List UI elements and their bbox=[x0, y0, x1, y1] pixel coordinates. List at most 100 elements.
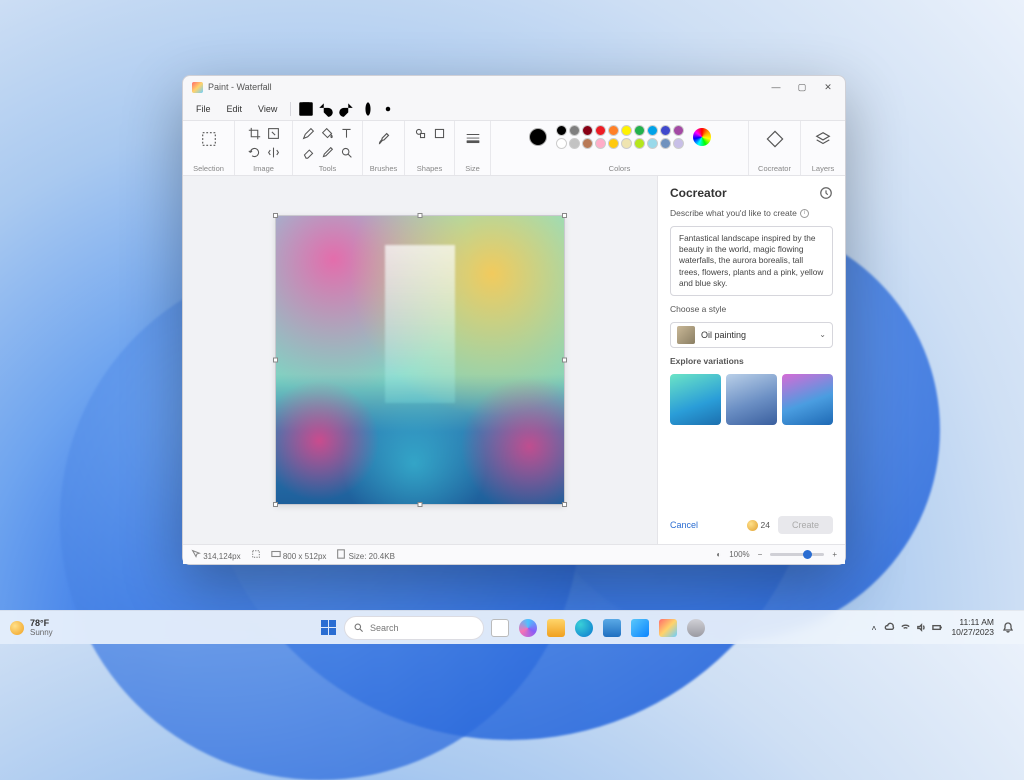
select-tool[interactable] bbox=[195, 125, 223, 153]
settings-taskbar-icon[interactable] bbox=[684, 616, 708, 640]
cocreator-footer: Cancel 24 Create bbox=[670, 516, 833, 534]
variation-thumb[interactable] bbox=[726, 374, 777, 425]
color-swatch[interactable] bbox=[608, 125, 619, 136]
resize-handle[interactable] bbox=[418, 502, 423, 507]
picker-icon[interactable] bbox=[320, 144, 336, 160]
crop-icon[interactable] bbox=[246, 125, 262, 141]
resize-handle[interactable] bbox=[273, 358, 278, 363]
menu-file[interactable]: File bbox=[189, 101, 218, 117]
prompt-input[interactable]: Fantastical landscape inspired by the be… bbox=[670, 226, 833, 296]
variations-label: Explore variations bbox=[670, 356, 833, 366]
cocreator-button[interactable] bbox=[761, 125, 789, 153]
color-swatch[interactable] bbox=[647, 125, 658, 136]
pencil-icon[interactable] bbox=[301, 125, 317, 141]
zoom-out-button[interactable]: − bbox=[758, 550, 763, 559]
color-swatch[interactable] bbox=[582, 125, 593, 136]
eraser-icon[interactable] bbox=[301, 144, 317, 160]
outline-icon[interactable] bbox=[431, 125, 447, 141]
color-swatch[interactable] bbox=[634, 138, 645, 149]
history-icon[interactable] bbox=[819, 186, 833, 200]
photos-icon[interactable] bbox=[628, 616, 652, 640]
ribbon: Selection Image Tools Brush bbox=[183, 120, 845, 176]
info-icon[interactable]: i bbox=[800, 209, 809, 218]
cancel-button[interactable]: Cancel bbox=[670, 520, 698, 530]
close-button[interactable]: ✕ bbox=[815, 77, 841, 97]
size-tool[interactable] bbox=[459, 125, 487, 153]
explorer-icon[interactable] bbox=[544, 616, 568, 640]
zoom-value: 100% bbox=[729, 550, 749, 559]
color-swatch[interactable] bbox=[595, 125, 606, 136]
taskbar-search[interactable]: Search bbox=[344, 616, 484, 640]
color-swatch[interactable] bbox=[660, 138, 671, 149]
settings-icon[interactable] bbox=[379, 100, 397, 118]
flip-icon[interactable] bbox=[265, 144, 281, 160]
redo-icon[interactable] bbox=[337, 100, 355, 118]
resize-icon[interactable] bbox=[265, 125, 281, 141]
zoom-in-button[interactable]: + bbox=[832, 550, 837, 559]
task-view-icon[interactable] bbox=[488, 616, 512, 640]
start-button[interactable] bbox=[316, 616, 340, 640]
menu-view[interactable]: View bbox=[251, 101, 284, 117]
tray-chevron-icon[interactable]: ˄ bbox=[871, 623, 876, 633]
canvas-viewport[interactable] bbox=[183, 176, 657, 544]
group-label: Size bbox=[465, 163, 480, 173]
edit-colors-icon[interactable] bbox=[693, 128, 711, 146]
color-swatch[interactable] bbox=[556, 125, 567, 136]
color-swatch[interactable] bbox=[608, 138, 619, 149]
cursor-pos: 314,124px bbox=[191, 549, 241, 561]
color-swatch[interactable] bbox=[556, 138, 567, 149]
tray-icons[interactable] bbox=[884, 622, 943, 633]
color-swatch[interactable] bbox=[595, 138, 606, 149]
primary-color-swatch[interactable] bbox=[529, 128, 547, 146]
maximize-button[interactable]: ▢ bbox=[789, 77, 815, 97]
minimize-button[interactable]: — bbox=[763, 77, 789, 97]
color-swatch[interactable] bbox=[621, 125, 632, 136]
resize-handle[interactable] bbox=[562, 358, 567, 363]
resize-handle[interactable] bbox=[273, 502, 278, 507]
color-swatch[interactable] bbox=[647, 138, 658, 149]
variation-thumb[interactable] bbox=[670, 374, 721, 425]
canvas[interactable] bbox=[275, 215, 565, 505]
style-select[interactable]: Oil painting ⌄ bbox=[670, 322, 833, 348]
resize-handle[interactable] bbox=[562, 213, 567, 218]
paint-taskbar-icon[interactable] bbox=[656, 616, 680, 640]
layers-button[interactable] bbox=[809, 125, 837, 153]
menu-edit[interactable]: Edit bbox=[220, 101, 250, 117]
color-swatch[interactable] bbox=[582, 138, 593, 149]
color-swatch[interactable] bbox=[621, 138, 632, 149]
save-icon[interactable] bbox=[297, 100, 315, 118]
fill-icon[interactable] bbox=[320, 125, 336, 141]
resize-handle[interactable] bbox=[562, 502, 567, 507]
status-bar: 314,124px 800 x 512px Size: 20.4KB ◐ 100… bbox=[183, 544, 845, 564]
text-icon[interactable] bbox=[339, 125, 355, 141]
copilot-taskbar-icon[interactable] bbox=[516, 616, 540, 640]
magnifier-icon[interactable] bbox=[339, 144, 355, 160]
copilot-icon[interactable] bbox=[359, 100, 377, 118]
color-swatch[interactable] bbox=[569, 138, 580, 149]
create-button[interactable]: Create bbox=[778, 516, 833, 534]
brush-tool[interactable] bbox=[370, 125, 398, 153]
chevron-down-icon: ⌄ bbox=[819, 330, 826, 339]
store-icon[interactable] bbox=[600, 616, 624, 640]
color-swatch[interactable] bbox=[569, 125, 580, 136]
edge-icon[interactable] bbox=[572, 616, 596, 640]
color-swatch[interactable] bbox=[673, 125, 684, 136]
dimensions-text: 800 x 512px bbox=[283, 552, 327, 561]
date: 10/27/2023 bbox=[951, 628, 994, 637]
color-swatch[interactable] bbox=[660, 125, 671, 136]
zoom-knob[interactable] bbox=[803, 550, 812, 559]
clock[interactable]: 11:11 AM 10/27/2023 bbox=[951, 618, 994, 637]
color-swatch[interactable] bbox=[634, 125, 645, 136]
color-swatch[interactable] bbox=[673, 138, 684, 149]
resize-handle[interactable] bbox=[273, 213, 278, 218]
variation-thumb[interactable] bbox=[782, 374, 833, 425]
shapes-icon[interactable] bbox=[412, 125, 428, 141]
undo-icon[interactable] bbox=[317, 100, 335, 118]
rotate-icon[interactable] bbox=[246, 144, 262, 160]
weather-widget[interactable]: 78°F Sunny bbox=[10, 618, 53, 637]
notifications-icon[interactable] bbox=[1002, 621, 1014, 635]
describe-label: Describe what you'd like to create i bbox=[670, 208, 833, 218]
zoom-slider[interactable] bbox=[770, 553, 824, 556]
resize-handle[interactable] bbox=[418, 213, 423, 218]
color-mode-icon[interactable]: ◐ bbox=[716, 550, 721, 559]
